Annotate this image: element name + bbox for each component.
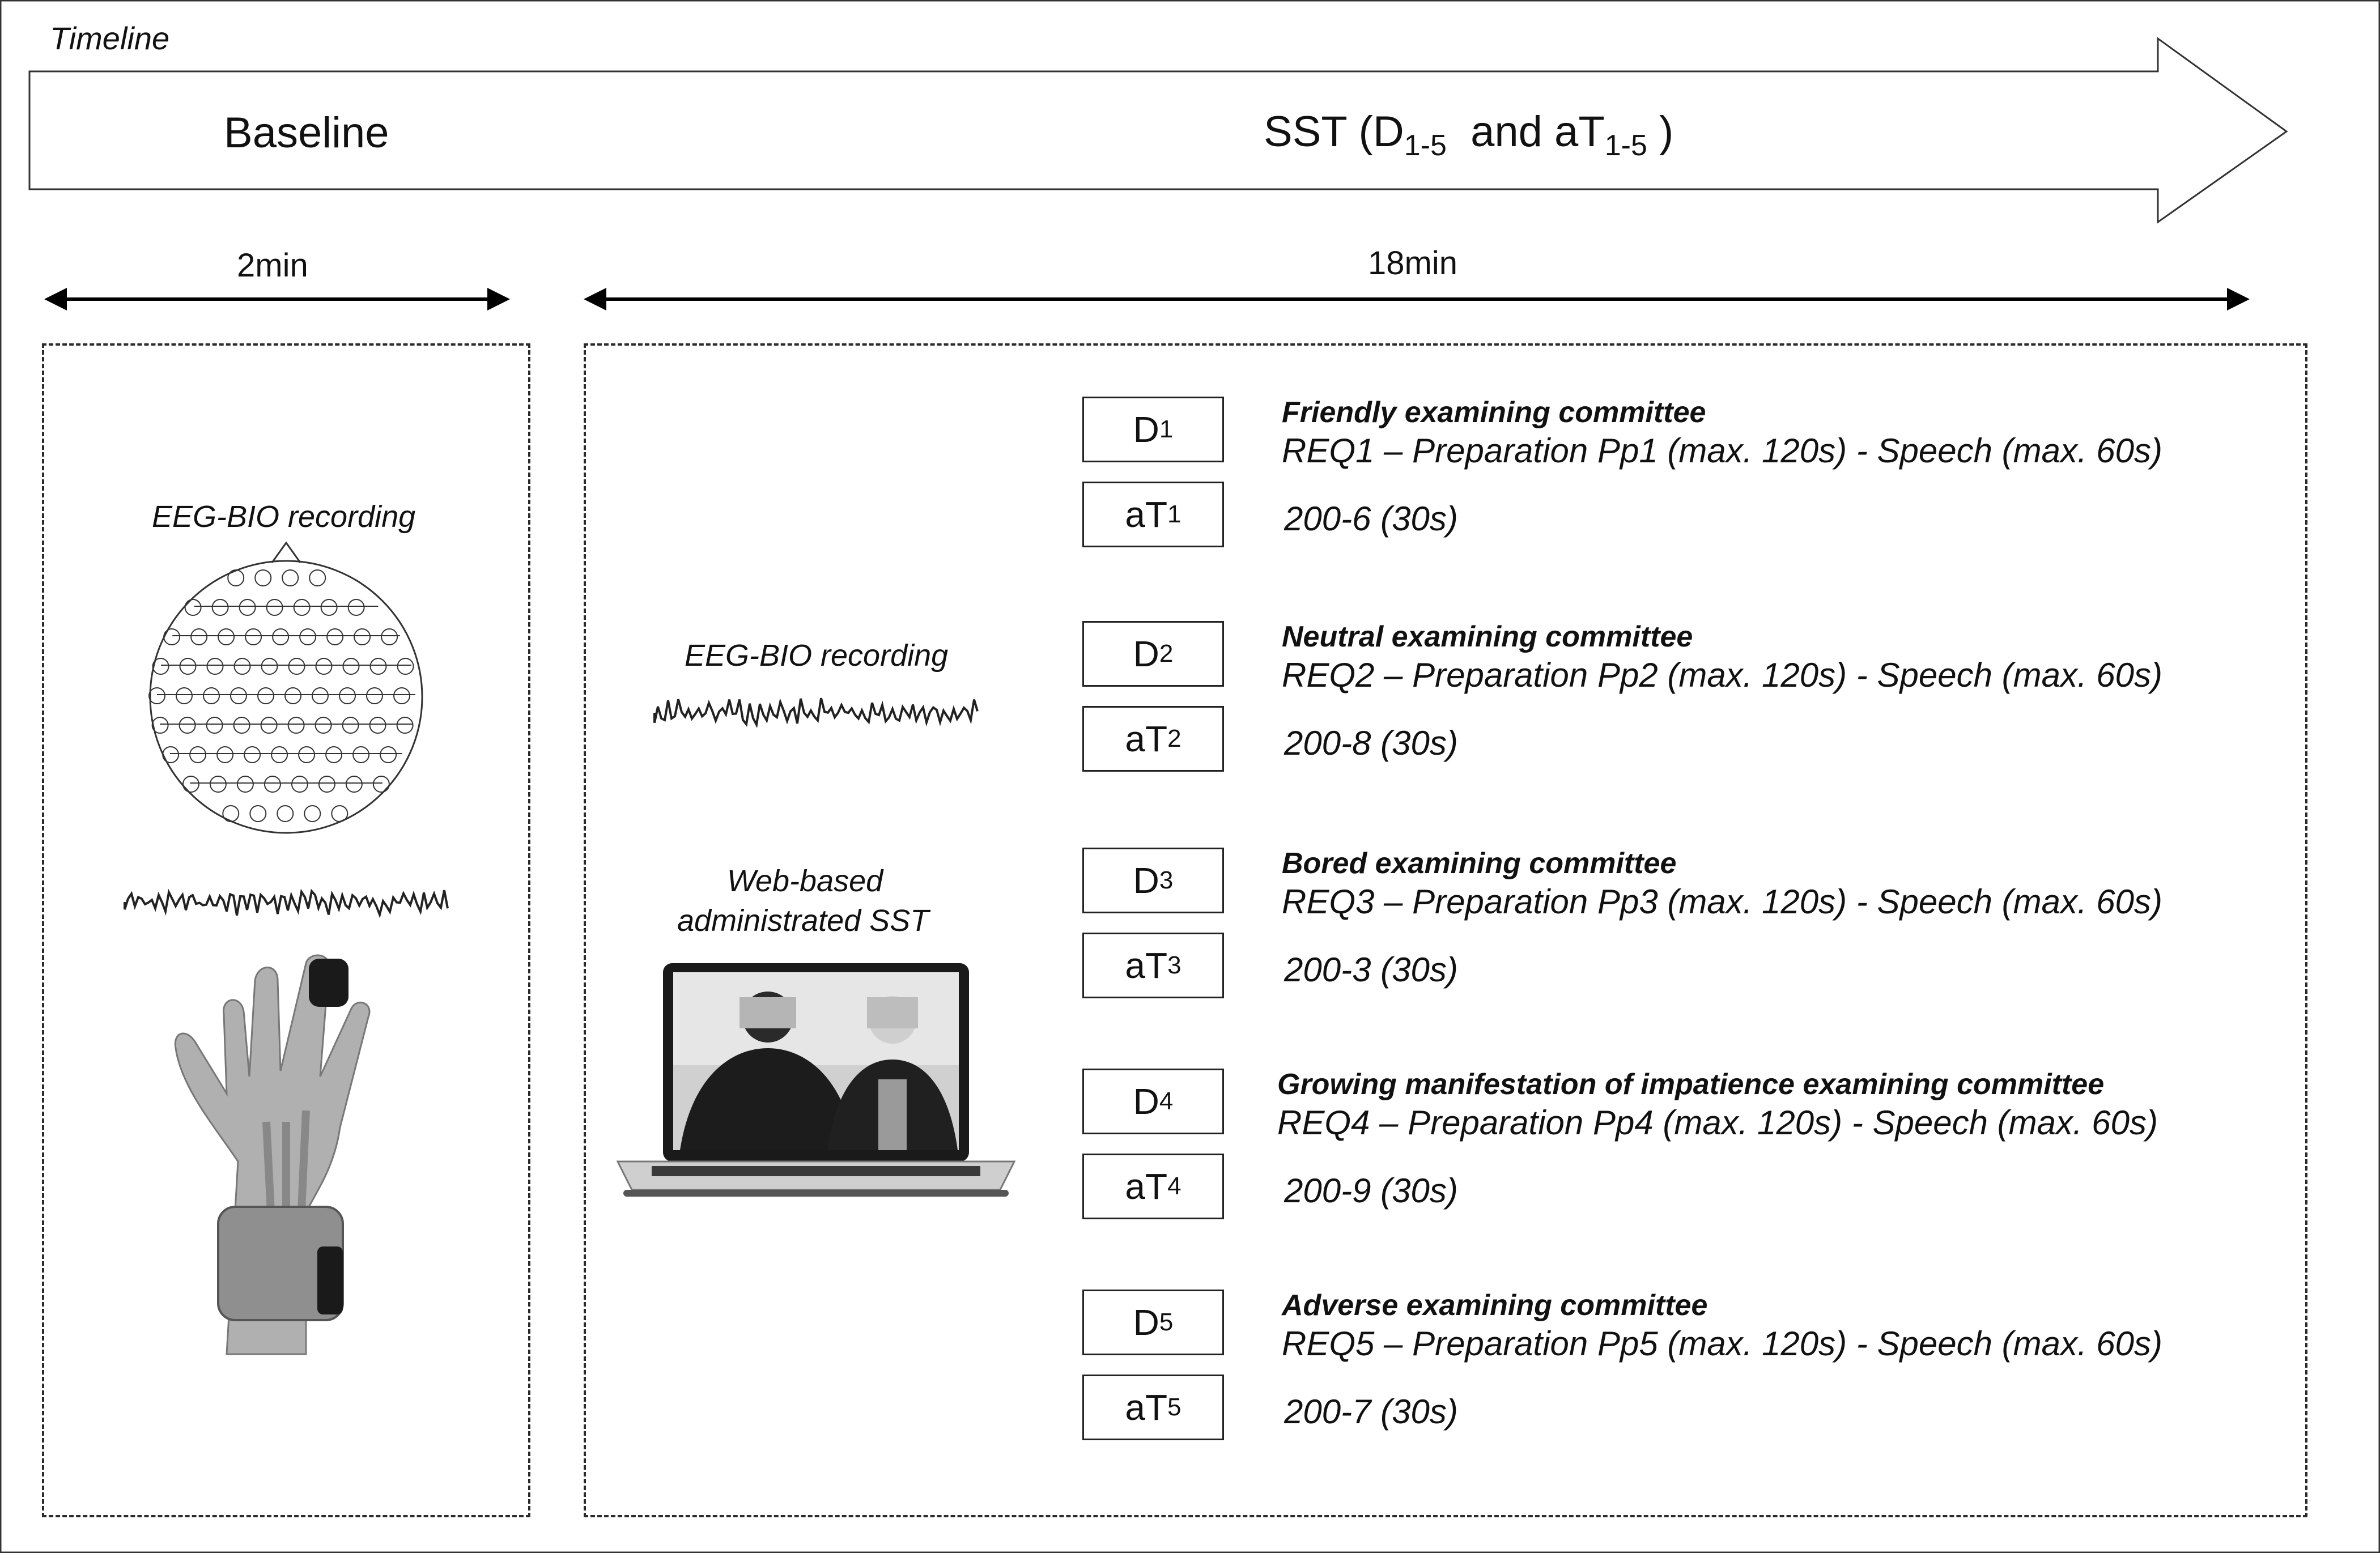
- sst-eeg-label: EEG-BIO recording: [685, 639, 949, 673]
- committee-label: Neutral examining committee: [1282, 620, 1693, 653]
- timeline-label: Timeline: [50, 20, 170, 56]
- at-box: aT 5: [1082, 1375, 1224, 1440]
- d-box-label: D: [1133, 1302, 1159, 1343]
- sst-label-mid: and aT: [1446, 108, 1605, 156]
- task-label: REQ4 – Preparation Pp4 (max. 120s) - Spe…: [1277, 1104, 2158, 1142]
- baseline-eeg-label: EEG-BIO recording: [152, 500, 416, 534]
- web-label-line1: Web-based: [727, 864, 883, 898]
- sst-duration: 18min: [1368, 245, 1457, 282]
- d-box-label: D: [1133, 409, 1159, 450]
- committee-label: Bored examining committee: [1282, 847, 1677, 880]
- at-box-subscript: 2: [1167, 725, 1182, 752]
- d-box-label: D: [1133, 1081, 1159, 1122]
- d-box: D5: [1082, 1290, 1224, 1355]
- sst-label: SST (D1-5 and aT1-5 ): [1264, 108, 1674, 163]
- committee-label: Friendly examining committee: [1282, 396, 1706, 429]
- d-box-label: D: [1133, 860, 1159, 901]
- at-box-label: aT: [1125, 494, 1168, 535]
- d-box-label: D: [1133, 633, 1159, 674]
- sst-label-sub1: 1-5: [1404, 129, 1447, 163]
- at-box-label: aT: [1125, 1166, 1168, 1207]
- d-box-subscript: 4: [1159, 1087, 1174, 1115]
- task-label: REQ1 – Preparation Pp1 (max. 120s) - Spe…: [1282, 432, 2163, 470]
- sst-label-sub2: 1-5: [1604, 129, 1647, 163]
- committee-label: Growing manifestation of impatience exam…: [1277, 1068, 2105, 1101]
- at-box: aT 4: [1082, 1154, 1224, 1219]
- committee-label: Adverse examining committee: [1282, 1289, 1708, 1322]
- d-box: D4: [1082, 1069, 1224, 1134]
- at-box-label: aT: [1125, 718, 1168, 759]
- d-box-subscript: 1: [1159, 415, 1174, 443]
- at-box-label: aT: [1125, 945, 1168, 986]
- arithmetic-label: 200-7 (30s): [1284, 1393, 1458, 1431]
- sst-label-suffix: ): [1647, 108, 1674, 156]
- sst-duration-arrow: [584, 288, 2250, 310]
- d-box: D2: [1082, 621, 1224, 687]
- at-box-label: aT: [1125, 1387, 1168, 1428]
- d-box-subscript: 2: [1159, 640, 1174, 667]
- baseline-duration: 2min: [237, 247, 308, 284]
- arithmetic-label: 200-9 (30s): [1284, 1172, 1458, 1210]
- at-box-subscript: 1: [1167, 500, 1182, 528]
- at-box: aT 3: [1082, 933, 1224, 998]
- at-box: aT 2: [1082, 706, 1224, 772]
- baseline-label: Baseline: [224, 109, 389, 157]
- at-box: aT 1: [1082, 482, 1224, 547]
- at-box-subscript: 5: [1167, 1393, 1182, 1421]
- sst-label-prefix: SST (D: [1264, 108, 1404, 156]
- task-label: REQ2 – Preparation Pp2 (max. 120s) - Spe…: [1282, 656, 2163, 694]
- web-label-line2: administrated SST: [677, 904, 929, 938]
- task-label: REQ5 – Preparation Pp5 (max. 120s) - Spe…: [1282, 1325, 2163, 1363]
- baseline-duration-arrow: [44, 288, 510, 310]
- arithmetic-label: 200-6 (30s): [1284, 500, 1458, 538]
- d-box: D1: [1082, 397, 1224, 462]
- arithmetic-label: 200-3 (30s): [1284, 951, 1458, 989]
- d-box-subscript: 3: [1159, 866, 1174, 894]
- d-box-subscript: 5: [1159, 1308, 1174, 1336]
- at-box-subscript: 3: [1167, 951, 1182, 979]
- task-label: REQ3 – Preparation Pp3 (max. 120s) - Spe…: [1282, 883, 2163, 921]
- arithmetic-label: 200-8 (30s): [1284, 724, 1458, 762]
- at-box-subscript: 4: [1167, 1172, 1182, 1200]
- d-box: D3: [1082, 848, 1224, 913]
